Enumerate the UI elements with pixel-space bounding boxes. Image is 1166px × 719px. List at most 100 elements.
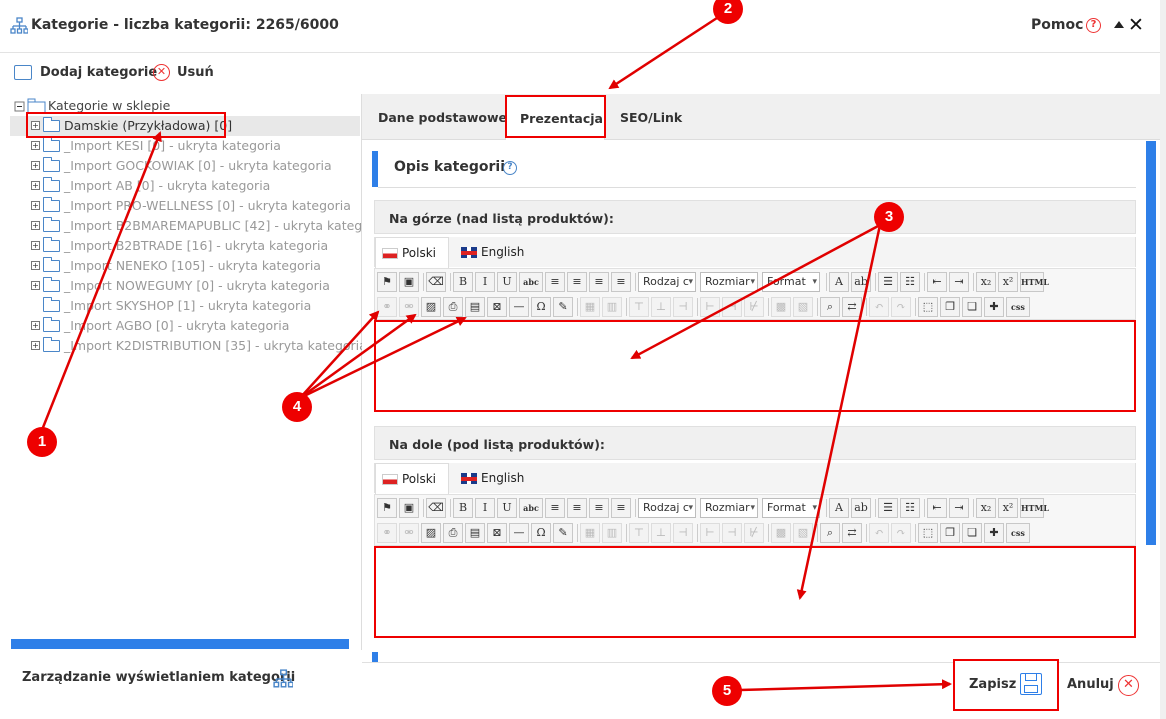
format-select[interactable]: Format [762,272,820,292]
copy-icon[interactable]: ❐ [940,523,960,543]
table-icon[interactable]: ▦ [580,297,600,317]
table-props-icon[interactable]: ▥ [602,297,622,317]
find-icon[interactable]: ⌕ [820,297,840,317]
col-delete-icon[interactable]: ⊬ [744,297,764,317]
help-icon[interactable]: ? [503,161,517,175]
film-icon[interactable]: ▤ [465,523,485,543]
italic-icon[interactable]: I [475,272,495,292]
indent-icon[interactable]: ⇥ [949,498,969,518]
tab-basic-data[interactable]: Dane podstawowe [364,96,521,140]
expand-icon[interactable]: + [31,341,40,350]
redo-icon[interactable]: ↷ [891,523,911,543]
add-category-icon[interactable] [14,65,32,80]
numbered-list-icon[interactable]: ☷ [900,498,920,518]
pdf-icon[interactable]: ⎙ [443,297,463,317]
tree-item-label[interactable]: _Import NOWEGUMY [0] - ukryta kategoria [64,278,330,293]
horizontal-rule-icon[interactable]: — [509,297,529,317]
css-icon[interactable]: css [1006,523,1030,543]
cancel-icon[interactable]: ✕ [1118,675,1139,696]
col-after-icon[interactable]: ⊣ [722,523,742,543]
align-center-icon[interactable]: ≡ [567,498,587,518]
help-link[interactable]: Pomoc [1031,17,1083,33]
redo-icon[interactable]: ↷ [891,297,911,317]
strikethrough-icon[interactable]: abc [519,498,543,518]
no-break-icon[interactable]: ⊠ [487,297,507,317]
copy-icon[interactable]: ❐ [940,297,960,317]
flag-icon[interactable]: ⚑ [377,498,397,518]
replace-icon[interactable]: ⇄ [842,523,862,543]
block-icon[interactable]: ▣ [399,498,419,518]
find-icon[interactable]: ⌕ [820,523,840,543]
tree-item[interactable]: + _Import GOCKOWIAK [0] - ukryta kategori… [10,156,360,176]
close-icon[interactable]: ✕ [1128,14,1144,36]
tree-item-label[interactable]: _Import AGBO [0] - ukryta kategoria [64,318,289,333]
paste-plus-icon[interactable]: ✚ [984,297,1004,317]
font-size-select[interactable]: Rozmiar [700,498,758,518]
outdent-icon[interactable]: ⇤ [927,272,947,292]
edit-icon[interactable]: ✎ [553,523,573,543]
row-before-icon[interactable]: ⊤ [629,297,649,317]
eraser-icon[interactable]: ⌫ [426,272,446,292]
tree-item[interactable]: + _Import NOWEGUMY [0] - ukryta kategoria [10,276,360,296]
numbered-list-icon[interactable]: ☷ [900,272,920,292]
expand-icon[interactable]: + [31,321,40,330]
row-delete-icon[interactable]: ⊣ [673,297,693,317]
split-cells-icon[interactable]: ▧ [793,523,813,543]
tab-lang-polski[interactable]: Polski [375,463,450,494]
col-after-icon[interactable]: ⊣ [722,297,742,317]
format-select[interactable]: Format [762,498,820,518]
save-label[interactable]: Zapisz [969,677,1016,692]
font-family-select[interactable]: Rodzaj c [638,272,696,292]
outdent-icon[interactable]: ⇤ [927,498,947,518]
indent-icon[interactable]: ⇥ [949,272,969,292]
tree-item[interactable]: + _Import K2DISTRIBUTION [35] - ukryta ka… [10,336,367,356]
font-color-icon[interactable]: A [829,272,849,292]
merge-cells-icon[interactable]: ▩ [771,297,791,317]
tree-item-label[interactable]: _Import B2BMAREMAPUBLIC [42] - ukryta ka… [64,218,386,233]
align-justify-icon[interactable]: ≡ [611,272,631,292]
tree-item[interactable]: + _Import PRO-WELLNESS [0] - ukryta kateg… [10,196,360,216]
paste-icon[interactable]: ❏ [962,523,982,543]
tree-item-label[interactable]: _Import B2BTRADE [16] - ukryta kategoria [64,238,328,253]
tree-item[interactable]: + _Import B2BTRADE [16] - ukryta kategori… [10,236,360,256]
tree-item[interactable]: + _Import B2BMAREMAPUBLIC [42] - ukryta k… [10,216,386,236]
omega-icon[interactable]: Ω [531,297,551,317]
replace-icon[interactable]: ⇄ [842,297,862,317]
pdf-icon[interactable]: ⎙ [443,523,463,543]
expand-icon[interactable]: + [31,181,40,190]
select-all-icon[interactable]: ⬚ [918,297,938,317]
manage-display-link[interactable]: Zarządzanie wyświetlaniem kategorii [22,670,295,685]
expand-icon[interactable]: + [31,261,40,270]
row-before-icon[interactable]: ⊤ [629,523,649,543]
col-delete-icon[interactable]: ⊬ [744,523,764,543]
html-icon[interactable]: HTML [1020,272,1049,292]
undo-icon[interactable]: ↶ [869,523,889,543]
paste-icon[interactable]: ❏ [962,297,982,317]
font-family-select[interactable]: Rodzaj c [638,498,696,518]
tree-item-label[interactable]: _Import SKYSHOP [1] - ukryta kategoria [64,298,311,313]
font-size-select[interactable]: Rozmiar [700,272,758,292]
align-right-icon[interactable]: ≡ [589,498,609,518]
tree-item[interactable]: + _Import AGBO [0] - ukryta kategoria [10,316,360,336]
omega-icon[interactable]: Ω [531,523,551,543]
expand-icon[interactable]: + [31,161,40,170]
unlink-icon[interactable]: ⚮ [399,297,419,317]
link-icon[interactable]: ⚭ [377,297,397,317]
table-icon[interactable]: ▦ [580,523,600,543]
tab-lang-english[interactable]: English [455,237,536,268]
tree-item-label[interactable]: _Import K2DISTRIBUTION [35] - ukryta kat… [64,338,367,353]
undo-icon[interactable]: ↶ [869,297,889,317]
unlink-icon[interactable]: ⚮ [399,523,419,543]
col-before-icon[interactable]: ⊢ [700,523,720,543]
tree-item[interactable]: + _Import NENEKO [105] - ukryta kategoria [10,256,360,276]
expand-icon[interactable]: + [31,221,40,230]
tab-lang-english[interactable]: English [455,463,536,494]
expand-icon[interactable]: + [31,281,40,290]
select-all-icon[interactable]: ⬚ [918,523,938,543]
paste-plus-icon[interactable]: ✚ [984,523,1004,543]
floppy-disk-icon[interactable] [1020,673,1042,695]
tree-item[interactable]: _Import SKYSHOP [1] - ukryta kategoria [10,296,360,316]
highlight-icon[interactable]: ab [851,272,871,292]
rich-text-editor-area[interactable] [374,546,1136,638]
no-break-icon[interactable]: ⊠ [487,523,507,543]
